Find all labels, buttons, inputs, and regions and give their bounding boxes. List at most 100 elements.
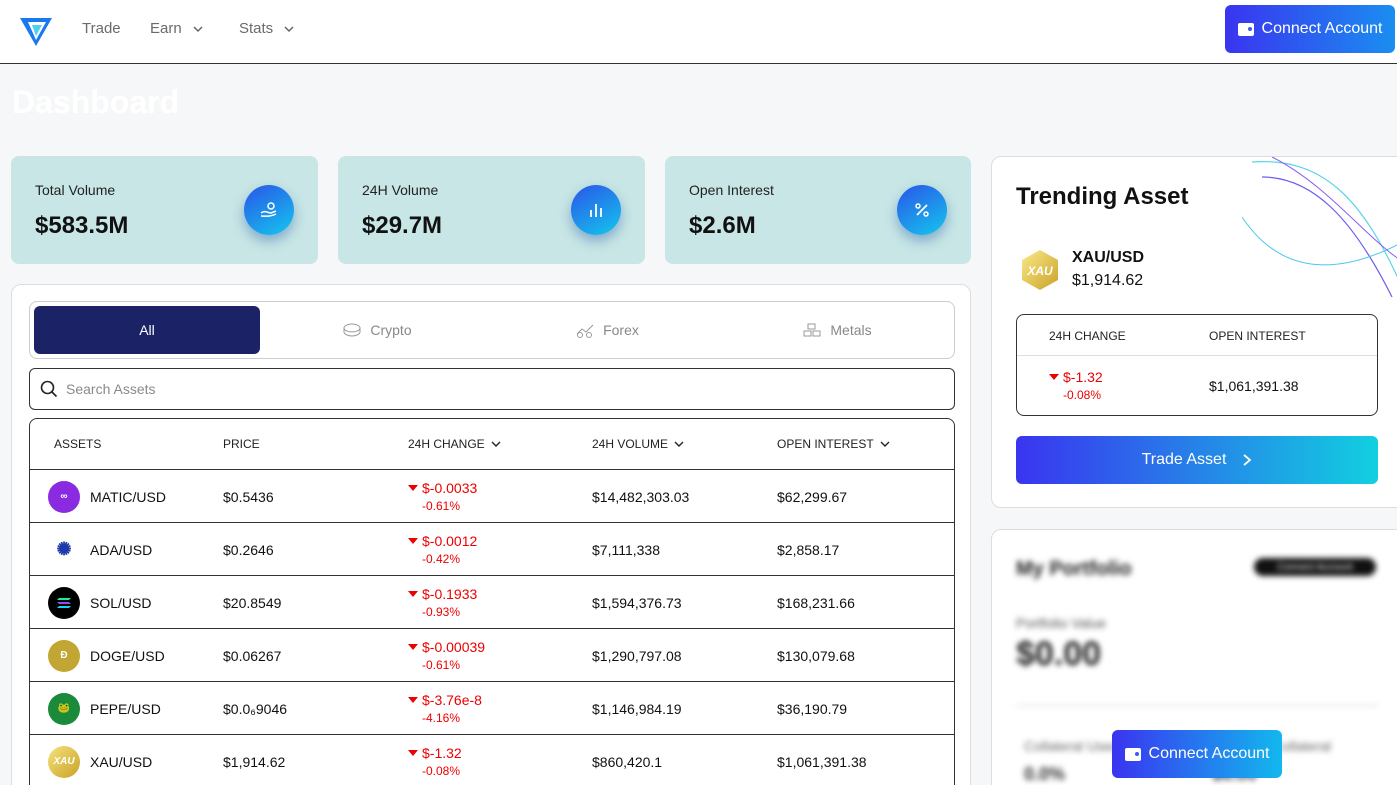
asset-tabs: All Crypto Forex Metals: [29, 301, 955, 359]
portfolio-value-label: Portfolio Value: [1016, 615, 1107, 631]
collateral-used-label: Collateral Used: [1024, 738, 1120, 754]
table-header: ASSETS PRICE 24H CHANGE 24H VOLUME OPEN …: [30, 419, 954, 470]
asset-open-interest: $2,858.17: [777, 541, 840, 558]
asset-change: $-1.32 -0.08%: [408, 735, 462, 785]
asset-price: $1,914.62: [223, 753, 286, 770]
nav-stats-label: Stats: [239, 20, 274, 37]
trending-stats-box: 24H CHANGE OPEN INTEREST $-1.32 -0.08% $1…: [1016, 314, 1378, 416]
header-24h-change[interactable]: 24H CHANGE: [408, 437, 501, 451]
asset-price: $20.8549: [223, 594, 282, 611]
chevron-down-icon: [880, 441, 890, 447]
header-24h-volume[interactable]: 24H VOLUME: [592, 437, 684, 451]
asset-name: DOGE/USD: [90, 647, 165, 664]
stat-open-interest: Open Interest $2.6M: [665, 156, 971, 264]
asset-price: $0.5436: [223, 488, 274, 505]
table-row[interactable]: ∞ MATIC/USD $0.5436 $-0.0033 -0.61% $14,48…: [30, 470, 954, 523]
asset-name: MATIC/USD: [90, 488, 166, 505]
table-row[interactable]: ✺ ADA/USD $0.2646 $-0.0012 -0.42% $7,111,3…: [30, 523, 954, 576]
stat-value: $583.5M: [35, 212, 129, 239]
trending-asset-card: Trending Asset XAU XAU/USD $1,914.62 24H…: [991, 156, 1397, 508]
stat-value: $29.7M: [362, 212, 443, 239]
stat-total-volume: Total Volume $583.5M: [11, 156, 318, 264]
asset-open-interest: $36,190.79: [777, 700, 848, 717]
tab-label: Metals: [830, 322, 872, 338]
asset-change: $-0.0012 -0.42%: [408, 523, 477, 576]
asset-volume: $860,420.1: [592, 753, 663, 770]
markets-panel: All Crypto Forex Metals ASSETS PRICE 24H…: [11, 284, 971, 785]
stat-label: Total Volume: [35, 182, 116, 198]
asset-change: $-0.1933 -0.93%: [408, 576, 477, 629]
doge-icon: Ð: [48, 639, 80, 672]
table-row[interactable]: Ð DOGE/USD $0.06267 $-0.00039 -0.61% $1,29…: [30, 629, 954, 682]
header-assets: ASSETS: [54, 437, 102, 451]
nav-trade[interactable]: Trade: [82, 20, 121, 37]
wallet-icon: [1124, 747, 1141, 761]
table-row[interactable]: XAU XAU/USD $1,914.62 $-1.32 -0.08% $860,4…: [30, 735, 954, 785]
chevron-down-icon: [193, 25, 203, 32]
connect-account-label: Connect Account: [1261, 20, 1383, 37]
asset-name: PEPE/USD: [90, 700, 161, 717]
collateral-used-value: 0.0%: [1024, 764, 1066, 784]
gold-xau-icon: XAU: [1022, 250, 1058, 290]
asset-price: $0.06267: [223, 647, 282, 664]
trade-asset-button[interactable]: Trade Asset: [1016, 436, 1378, 484]
nav-stats[interactable]: Stats: [239, 20, 295, 37]
nav-earn[interactable]: Earn: [150, 20, 204, 37]
tab-label: All: [139, 322, 155, 338]
portfolio-connect-badge: Connect Account: [1254, 558, 1376, 576]
tab-label: Crypto: [370, 322, 412, 338]
asset-name: ADA/USD: [90, 541, 153, 558]
trending-price: $1,914.62: [1072, 272, 1144, 289]
trending-change-header: 24H CHANGE: [1049, 329, 1126, 343]
table-row[interactable]: 🐸 PEPE/USD $0.0₆9046 $-3.76e-8 -4.16% $1,1…: [30, 682, 954, 735]
header-price: PRICE: [223, 437, 260, 451]
decorative-waves-icon: [1242, 157, 1397, 297]
asset-change: $-0.00039 -0.61%: [408, 629, 485, 682]
svg-text:XAU: XAU: [1026, 264, 1053, 278]
chevron-down-icon: [674, 441, 684, 447]
asset-change: $-3.76e-8 -4.16%: [408, 682, 482, 735]
sol-icon: [48, 586, 80, 619]
gold-xau-icon: XAU: [48, 745, 80, 778]
asset-volume: $1,146,984.19: [592, 700, 682, 717]
asset-open-interest: $1,061,391.38: [777, 753, 867, 770]
logo-icon[interactable]: [18, 12, 54, 48]
trade-asset-label: Trade Asset: [1141, 451, 1227, 468]
percent-icon: [897, 185, 947, 235]
tab-crypto[interactable]: Crypto: [264, 306, 490, 354]
asset-volume: $7,111,338: [592, 541, 660, 558]
bar-chart-icon: [571, 185, 621, 235]
table-row[interactable]: SOL/USD $20.8549 $-0.1933 -0.93% $1,594,3…: [30, 576, 954, 629]
header-open-interest[interactable]: OPEN INTEREST: [777, 437, 890, 451]
page-title: Dashboard: [12, 84, 180, 120]
portfolio-value: $0.00: [1016, 635, 1102, 673]
trending-title: Trending Asset: [1016, 183, 1189, 210]
coins-icon: [343, 323, 361, 337]
tab-all[interactable]: All: [34, 306, 260, 354]
trending-open-interest: $1,061,391.38: [1209, 378, 1299, 394]
asset-open-interest: $168,231.66: [777, 594, 855, 611]
asset-open-interest: $62,299.67: [777, 488, 848, 505]
hand-coins-icon: [244, 185, 294, 235]
assets-table: ASSETS PRICE 24H CHANGE 24H VOLUME OPEN …: [29, 418, 955, 785]
asset-volume: $1,594,376.73: [592, 594, 682, 611]
tab-metals[interactable]: Metals: [724, 306, 950, 354]
portfolio-title: My Portfolio: [1016, 558, 1132, 580]
stat-label: Open Interest: [689, 182, 774, 198]
asset-price: $0.2646: [223, 541, 274, 558]
ada-icon: ✺: [48, 533, 80, 566]
asset-name: SOL/USD: [90, 594, 152, 611]
connect-account-label: Connect Account: [1148, 745, 1270, 762]
nav-trade-label: Trade: [82, 20, 121, 37]
connect-account-button[interactable]: Connect Account: [1225, 5, 1395, 53]
tab-forex[interactable]: Forex: [494, 306, 720, 354]
search-input[interactable]: [66, 381, 866, 397]
trending-change: $-1.32 -0.08%: [1049, 360, 1103, 410]
connect-account-floating-button[interactable]: Connect Account: [1112, 730, 1282, 778]
chevron-down-icon: [491, 441, 501, 447]
trending-oi-header: OPEN INTEREST: [1209, 329, 1306, 343]
forex-chart-icon: [576, 324, 594, 338]
pepe-icon: 🐸: [48, 692, 80, 725]
asset-volume: $14,482,303.03: [592, 488, 690, 505]
nav-earn-label: Earn: [150, 20, 182, 37]
